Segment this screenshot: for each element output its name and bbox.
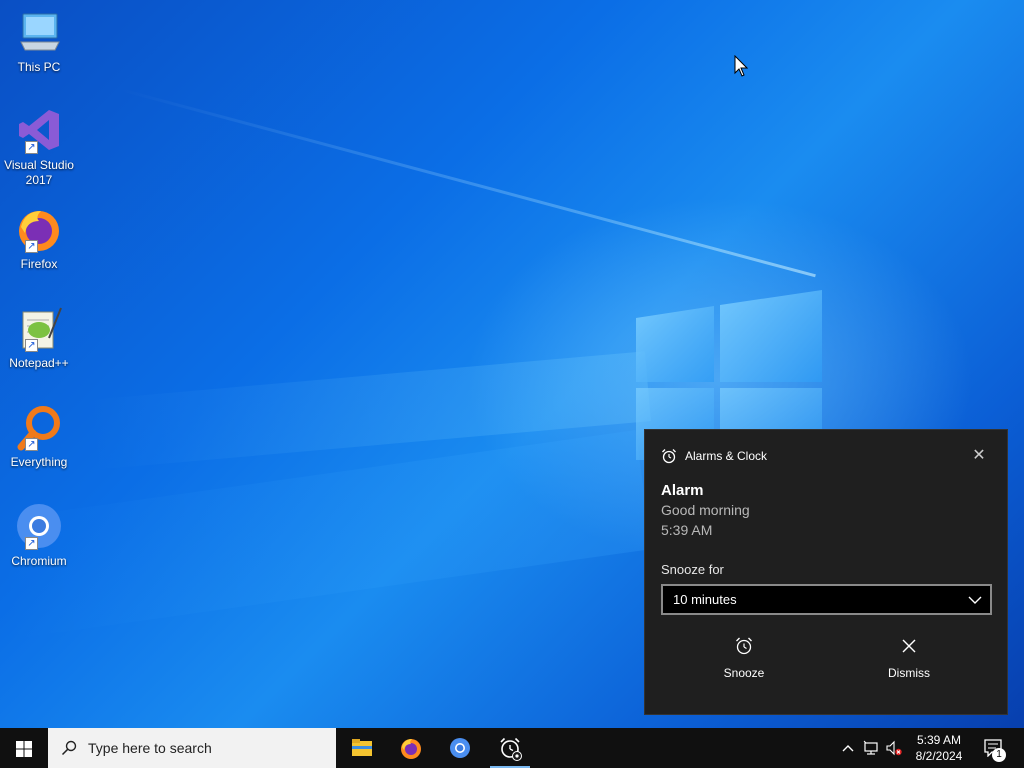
firefox-icon — [401, 739, 421, 759]
notification-message: Good morning — [661, 502, 750, 518]
search-placeholder: Type here to search — [88, 740, 212, 756]
taskbar-app-chromium[interactable] — [436, 728, 484, 768]
volume-muted-icon[interactable] — [886, 740, 902, 756]
taskbar-search-box[interactable]: Type here to search — [48, 728, 336, 768]
chromium-icon: ↗ — [15, 502, 63, 550]
shortcut-arrow-icon: ↗ — [25, 537, 38, 550]
shortcut-arrow-icon: ↗ — [25, 141, 38, 154]
visual-studio-icon: ↗ — [15, 106, 63, 154]
taskbar-app-file-explorer[interactable] — [338, 728, 386, 768]
notification-title: Alarm — [661, 482, 704, 499]
taskbar-app-alarms-clock[interactable] — [486, 728, 534, 768]
snooze-button[interactable]: Snooze — [674, 636, 814, 696]
desktop-icon-everything[interactable]: ↗ Everything — [2, 403, 76, 470]
snooze-selected-value: 10 minutes — [673, 592, 737, 607]
mouse-cursor-icon — [734, 55, 748, 77]
desktop-icon-firefox[interactable]: ↗ Firefox — [2, 205, 76, 272]
file-explorer-icon — [352, 739, 372, 756]
notification-count-badge: 1 — [992, 748, 1006, 762]
desktop-icon-chromium[interactable]: ↗ Chromium — [2, 502, 76, 569]
alarms-clock-icon — [500, 737, 522, 761]
desktop-icon-notepadpp[interactable]: ↗ Notepad++ — [2, 304, 76, 371]
snooze-button-label: Snooze — [723, 666, 765, 680]
desktop-icon-label: Chromium — [11, 554, 67, 568]
notification-header: Alarms & Clock — [661, 448, 767, 464]
snooze-duration-select[interactable]: 10 minutes — [661, 584, 992, 615]
desktop-icon-visual-studio[interactable]: ↗ Visual Studio 2017 — [2, 106, 76, 188]
notification-app-name: Alarms & Clock — [685, 449, 768, 463]
light-beam — [119, 88, 816, 278]
shortcut-arrow-icon: ↗ — [25, 438, 38, 451]
taskbar-clock[interactable]: 5:39 AM 8/2/2024 — [904, 732, 974, 764]
computer-icon — [15, 8, 63, 56]
desktop-icon-this-pc[interactable]: This PC — [2, 8, 76, 75]
snooze-label: Snooze for — [661, 562, 724, 577]
dismiss-button-label: Dismiss — [888, 666, 930, 680]
shortcut-arrow-icon: ↗ — [25, 339, 38, 352]
close-icon — [902, 639, 916, 653]
desktop-icon-label: Visual Studio 2017 — [4, 158, 74, 187]
dismiss-button[interactable]: Dismiss — [839, 636, 979, 696]
desktop-icon-label: This PC — [17, 60, 61, 74]
taskbar-app-firefox[interactable] — [387, 728, 435, 768]
desktop-icon-label: Everything — [10, 455, 68, 469]
windows-logo-icon — [16, 741, 32, 757]
notification-time: 5:39 AM — [661, 522, 713, 538]
alarm-notification: Alarms & Clock ✕ Alarm Good morning 5:39… — [644, 429, 1008, 715]
firefox-icon: ↗ — [15, 205, 63, 253]
notepadpp-icon: ↗ — [15, 304, 63, 352]
chromium-icon — [450, 738, 470, 758]
network-icon[interactable] — [863, 740, 879, 756]
alarm-clock-icon — [736, 637, 752, 655]
alarm-clock-icon — [662, 449, 676, 464]
clock-time: 5:39 AM — [916, 733, 962, 747]
desktop-icon-label: Firefox — [20, 257, 58, 271]
chevron-down-icon — [968, 596, 982, 604]
taskbar: Type here to search 5:39 AM 8/2/2024 — [0, 728, 1024, 768]
start-button[interactable] — [0, 728, 48, 768]
everything-search-icon: ↗ — [15, 403, 63, 451]
desktop-icon-label: Notepad++ — [9, 356, 69, 370]
shortcut-arrow-icon: ↗ — [25, 240, 38, 253]
chevron-up-icon[interactable] — [840, 740, 856, 756]
search-icon — [61, 740, 77, 756]
clock-date: 8/2/2024 — [915, 749, 963, 763]
close-icon[interactable]: ✕ — [969, 446, 989, 466]
